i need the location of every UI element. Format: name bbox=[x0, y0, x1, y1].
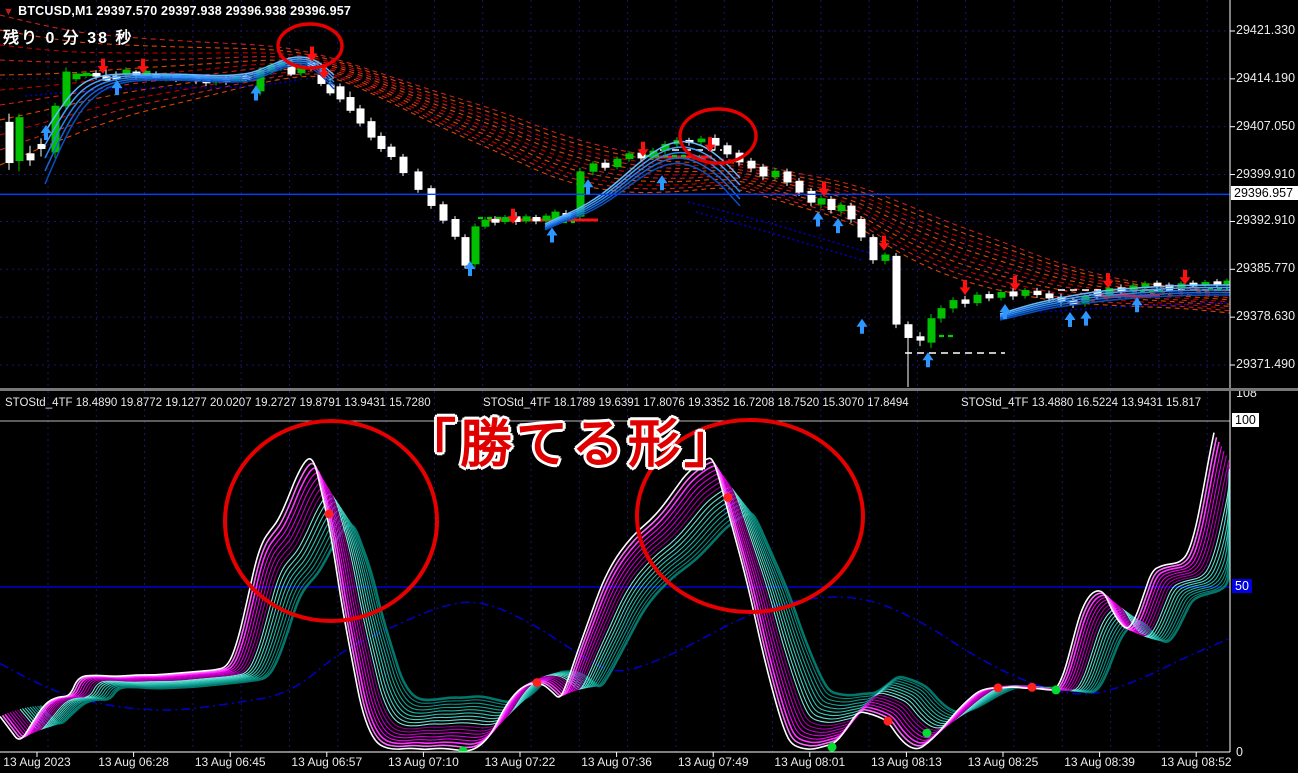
indicator-label-3: STOStd_4TF 13.4880 16.5224 13.9431 15.81… bbox=[961, 397, 1202, 409]
time-axis-label: 13 Aug 07:49 bbox=[677, 755, 749, 769]
price-axis-label: 29414.190 bbox=[1236, 70, 1296, 85]
time-axis-label: 13 Aug 07:36 bbox=[581, 755, 652, 769]
mt4-chart-window: ▼ BTCUSD,M1 29397.570 29397.938 29396.938… bbox=[0, 0, 1298, 773]
price-axis-label: 29378.630 bbox=[1236, 309, 1296, 324]
level-50-badge: 50 bbox=[1232, 579, 1252, 593]
chart-title-text: BTCUSD,M1 29397.570 29397.938 29396.938 … bbox=[18, 4, 352, 18]
time-axis-label: 13 Aug 08:01 bbox=[774, 755, 846, 769]
chart-title: ▼ BTCUSD,M1 29397.570 29397.938 29396.938… bbox=[3, 4, 351, 18]
price-axis-label: 29385.770 bbox=[1236, 261, 1296, 276]
time-axis-label: 13 Aug 06:57 bbox=[291, 755, 363, 769]
chart-canvas[interactable] bbox=[0, 0, 1298, 773]
time-axis-label: 13 Aug 08:13 bbox=[871, 755, 942, 769]
time-axis-label: 13 Aug 07:22 bbox=[484, 755, 556, 769]
symbol-dropdown-icon: ▼ bbox=[3, 6, 15, 18]
time-axis-label: 13 Aug 08:39 bbox=[1064, 755, 1135, 769]
price-axis-label: 29407.050 bbox=[1236, 118, 1296, 133]
price-axis-label: 29421.330 bbox=[1236, 23, 1296, 37]
indicator-label-1: STOStd_4TF 18.4890 19.8772 19.1277 20.02… bbox=[5, 397, 431, 409]
time-axis-label: 13 Aug 06:28 bbox=[98, 755, 169, 769]
price-axis-label: 29399.910 bbox=[1236, 166, 1296, 181]
time-axis-label: 13 Aug 08:25 bbox=[967, 755, 1039, 769]
price-axis-label: 29392.910 bbox=[1236, 213, 1296, 228]
time-axis-label: 13 Aug 08:52 bbox=[1160, 755, 1232, 769]
price-axis-label: 29371.490 bbox=[1236, 357, 1296, 371]
level-100-badge: 100 bbox=[1232, 413, 1259, 427]
current-price-badge: 29396.957 bbox=[1231, 186, 1298, 201]
winning-shape-annotation: 「勝てる形」 bbox=[404, 416, 741, 474]
time-axis-label: 13 Aug 07:10 bbox=[388, 755, 459, 769]
time-axis-label: 13 Aug 06:45 bbox=[194, 755, 266, 769]
candle-countdown-timer: 残り 0 分 38 秒 bbox=[3, 30, 134, 47]
panel-separator[interactable] bbox=[0, 388, 1298, 391]
